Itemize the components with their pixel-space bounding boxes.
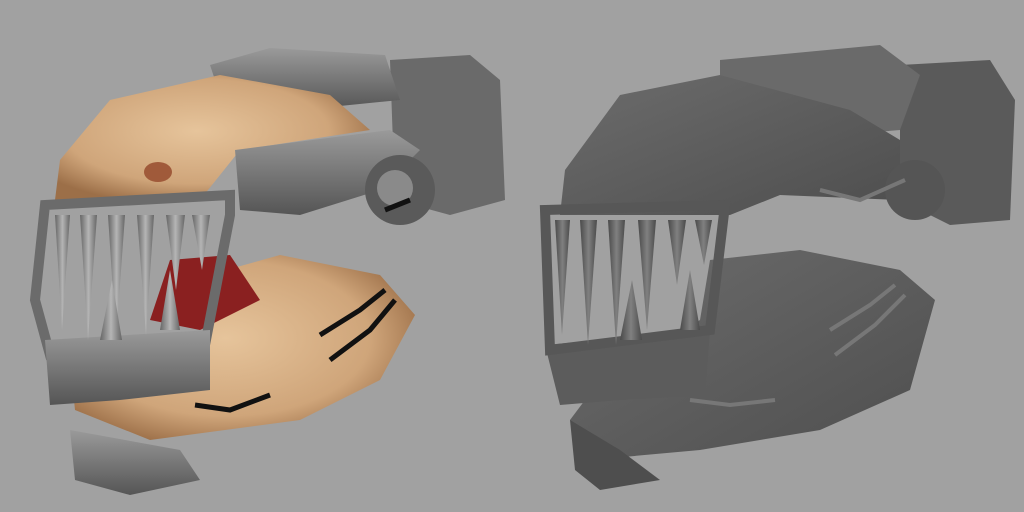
eye [144, 162, 172, 182]
untextured-creature-head [539, 45, 1015, 490]
textured-creature-head [29, 48, 505, 495]
chin-plate [70, 430, 200, 495]
gear-joint-gray [885, 160, 945, 220]
teeth-gray [555, 220, 712, 345]
render-canvas [29, 45, 1015, 495]
